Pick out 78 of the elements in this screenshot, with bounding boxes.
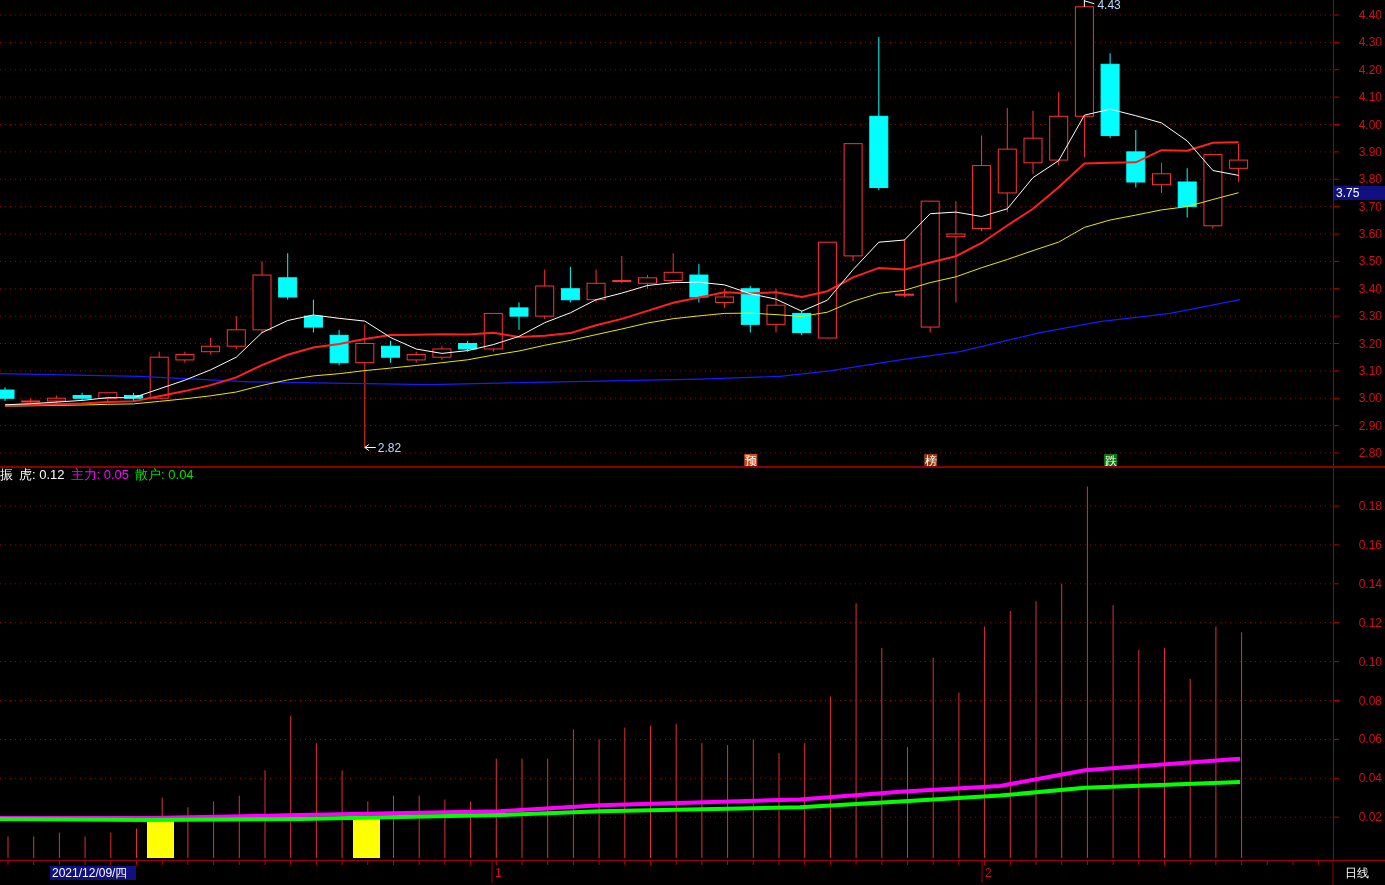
signal-tag: 跌: [1104, 454, 1118, 466]
axis-label: 3.10: [1358, 363, 1382, 378]
candlestick: [278, 252, 298, 301]
candlestick: [715, 288, 735, 309]
legend-value: 虎: 0.12: [19, 468, 65, 482]
candlestick: [792, 310, 812, 336]
axis-label: 0.02: [1358, 810, 1382, 825]
candlestick: [46, 395, 66, 405]
candlestick: [766, 288, 786, 334]
signal-tag: 预: [744, 454, 758, 466]
candlestick: [458, 340, 478, 353]
candlestick: [124, 392, 143, 402]
candlestick: [509, 301, 529, 331]
candlestick: [1152, 162, 1171, 194]
candlestick: [483, 312, 503, 353]
candlestick: [72, 392, 92, 402]
indicator-name: 振: [0, 468, 13, 482]
axis-label: 3.00: [1358, 391, 1382, 406]
candlestick: [1126, 129, 1146, 188]
axis-label: 0.14: [1358, 576, 1382, 591]
axis-label: 4.20: [1358, 62, 1382, 77]
price-tag: 3.75: [1334, 185, 1385, 200]
candlestick: [586, 269, 606, 303]
flag-icon: [1083, 0, 1095, 8]
candlestick: [663, 252, 683, 284]
axis-label: 3.20: [1358, 336, 1382, 351]
axis-label: 1: [495, 866, 502, 880]
arrow-icon: [364, 444, 377, 451]
axis-label: 4.30: [1358, 35, 1382, 50]
axis-label: 4.10: [1358, 90, 1382, 105]
candlestick: [740, 285, 760, 334]
candlestick: [689, 263, 709, 303]
candlestick: [0, 386, 15, 402]
candlestick: [638, 274, 657, 290]
candlestick: [560, 266, 580, 303]
axis-label: 3.70: [1358, 199, 1382, 214]
signal-tag: 榜: [924, 454, 938, 466]
candlestick: [612, 255, 632, 284]
candlestick: [1177, 167, 1197, 219]
candlestick: [201, 337, 221, 355]
axis-label: 4.00: [1358, 117, 1382, 132]
legend-value: 主力: 0.05: [70, 468, 130, 482]
date-label: 2021/12/09/四: [50, 866, 136, 880]
candlestick: [329, 329, 349, 366]
low-price-label: 2.82: [377, 440, 402, 455]
axis-label: 0.12: [1358, 615, 1382, 630]
signal-bar: [353, 818, 380, 858]
axis-label: 3.40: [1358, 281, 1382, 296]
candlestick: [895, 239, 914, 298]
axis-label: 0.04: [1358, 771, 1382, 786]
candlestick: [535, 269, 555, 320]
axis-label: 0.08: [1358, 693, 1382, 708]
axis-label: 0.16: [1358, 537, 1382, 552]
candlestick: [175, 351, 195, 364]
axis-label: 3.50: [1358, 254, 1382, 269]
axis-label: 0.06: [1358, 732, 1382, 747]
candlestick: [1229, 143, 1249, 183]
axis-label: 4.40: [1358, 8, 1382, 22]
axis-label: 3.90: [1358, 144, 1382, 159]
axis-label: 2.80: [1358, 446, 1382, 460]
axis-label: 2: [985, 866, 992, 880]
candlestick: [432, 345, 452, 361]
candlestick: [303, 299, 323, 334]
candlestick: [1023, 110, 1043, 175]
axis-label: 3.80: [1358, 172, 1382, 187]
axis-label: 3.30: [1358, 309, 1382, 324]
axis-label: 3.60: [1358, 227, 1382, 241]
candlestick: [226, 315, 246, 350]
candlestick: [381, 340, 400, 364]
candlestick: [21, 397, 41, 405]
candlestick: [406, 351, 426, 364]
period-label: 日线: [1345, 866, 1369, 880]
axis-label: 0.10: [1358, 654, 1382, 669]
axis-label: 2.90: [1358, 418, 1382, 433]
legend-value: 散户: 0.04: [135, 468, 194, 482]
candlestick: [98, 392, 118, 402]
axis-label: 0.18: [1358, 499, 1382, 513]
high-price-label: 4.43: [1097, 0, 1121, 12]
